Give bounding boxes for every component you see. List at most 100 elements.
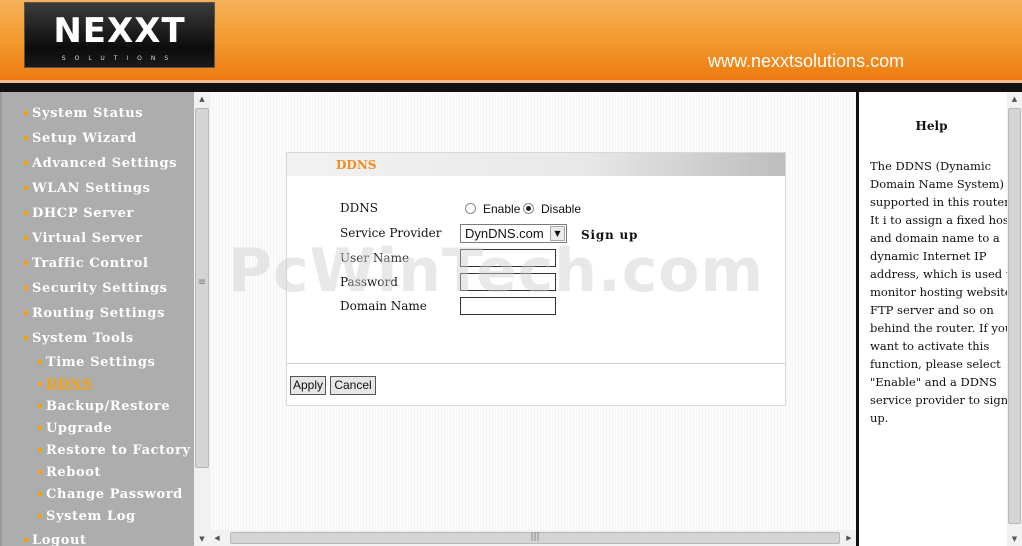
sidebar-item-security-settings[interactable]: Security Settings	[24, 281, 168, 299]
header-bar	[0, 83, 1022, 92]
bullet-icon	[38, 491, 42, 496]
bullet-icon	[24, 135, 28, 140]
ddns-panel: DDNS DDNS Enable Disable Service Provide…	[286, 152, 786, 406]
enable-radio[interactable]	[465, 203, 476, 214]
sidebar-item-label: WLAN Settings	[32, 181, 151, 196]
sidebar-item-label: Setup Wizard	[32, 131, 137, 146]
sidebar-item-label: System Log	[46, 509, 136, 524]
sidebar-item-label: DDNS	[46, 377, 93, 392]
bullet-icon	[38, 425, 42, 430]
sidebar-item-logout[interactable]: Logout	[24, 533, 87, 546]
scrollbar-thumb[interactable]: ≡	[195, 108, 209, 468]
sidebar-item-routing-settings[interactable]: Routing Settings	[24, 306, 165, 324]
sidebar-item-system-status[interactable]: System Status	[24, 106, 143, 124]
main-content: DDNS DDNS Enable Disable Service Provide…	[210, 92, 856, 530]
sidebar-item-wlan-settings[interactable]: WLAN Settings	[24, 181, 151, 199]
bullet-icon	[24, 537, 28, 542]
site-url: www.nexxtsolutions.com	[708, 51, 905, 71]
grip-icon: ≡	[197, 277, 207, 288]
sidebar-item-label: Change Password	[46, 487, 183, 502]
scrollbar-thumb[interactable]	[1008, 108, 1021, 524]
arrow-down-icon[interactable]: ▼	[1007, 532, 1022, 546]
password-input[interactable]	[460, 273, 556, 291]
header-banner: NEXXT SOLUTIONS www.nexxtsolutions.com	[0, 0, 1022, 92]
bullet-icon	[38, 469, 42, 474]
sidebar-item-label: Logout	[32, 533, 87, 546]
password-label: Password	[340, 275, 398, 289]
sidebar-subitem-upgrade[interactable]: Upgrade	[38, 421, 112, 439]
sidebar-subitem-restore-factory[interactable]: Restore to Factory	[38, 443, 191, 461]
sidebar-item-label: Reboot	[46, 465, 102, 480]
sidebar-item-label: Advanced Settings	[32, 156, 178, 171]
apply-button[interactable]: Apply	[290, 376, 326, 395]
sidebar-item-label: Restore to Factory	[46, 443, 191, 458]
bullet-icon	[24, 285, 28, 290]
sidebar-item-dhcp-server[interactable]: DHCP Server	[24, 206, 134, 224]
bullet-icon	[24, 235, 28, 240]
service-provider-select[interactable]: DynDNS.com ▼	[460, 224, 567, 243]
enable-label: Enable	[483, 202, 521, 216]
help-title: Help	[915, 119, 948, 133]
bullet-icon	[38, 403, 42, 408]
sidebar-item-system-tools[interactable]: System Tools	[24, 331, 134, 349]
nexxt-logo: NEXXT SOLUTIONS	[24, 2, 215, 68]
sidebar-item-label: Routing Settings	[32, 306, 166, 321]
sidebar-subitem-ddns[interactable]: DDNS	[38, 377, 92, 395]
signup-link[interactable]: Sign up	[581, 228, 638, 242]
panel-header: DDNS	[287, 153, 785, 176]
sidebar-subitem-system-log[interactable]: System Log	[38, 509, 136, 527]
sidebar-item-label: System Status	[32, 106, 144, 121]
horizontal-scrollbar[interactable]: ◀ ||| ▶	[210, 530, 856, 546]
cancel-button[interactable]: Cancel	[330, 376, 376, 395]
nav-scrollbar[interactable]: ▲ ≡ ▼	[194, 92, 210, 546]
logo-text: NEXXT	[53, 11, 186, 51]
service-provider-value: DynDNS.com	[465, 226, 544, 241]
grip-icon: |||	[530, 532, 540, 542]
username-label: User Name	[340, 251, 410, 265]
chevron-down-icon[interactable]: ▼	[550, 226, 565, 241]
bullet-icon	[24, 310, 28, 315]
bullet-icon	[24, 335, 28, 340]
bullet-icon	[38, 359, 42, 364]
arrow-up-icon[interactable]: ▲	[1007, 92, 1022, 106]
sidebar-subitem-time-settings[interactable]: Time Settings	[38, 355, 155, 373]
domain-name-input[interactable]	[460, 297, 556, 315]
sidebar-subitem-reboot[interactable]: Reboot	[38, 465, 101, 483]
arrow-left-icon[interactable]: ◀	[210, 530, 224, 546]
arrow-right-icon[interactable]: ▶	[842, 530, 856, 546]
panel-divider	[287, 363, 785, 364]
sidebar-item-label: DHCP Server	[32, 206, 134, 221]
sidebar-item-label: Traffic Control	[32, 256, 149, 271]
sidebar-item-virtual-server[interactable]: Virtual Server	[24, 231, 143, 249]
help-scrollbar[interactable]: ▲ ▼	[1007, 92, 1022, 546]
bullet-icon	[24, 160, 28, 165]
sidebar-item-label: Virtual Server	[32, 231, 143, 246]
sidebar-item-label: Security Settings	[32, 281, 168, 296]
sidebar-subitem-change-password[interactable]: Change Password	[38, 487, 183, 505]
bullet-icon	[24, 185, 28, 190]
disable-radio[interactable]	[523, 203, 534, 214]
help-pane: Help The DDNS (Dynamic Domain Name Syste…	[859, 92, 1007, 546]
sidebar-nav: System Status Setup Wizard Advanced Sett…	[0, 92, 194, 546]
bullet-icon	[38, 513, 42, 518]
sidebar-item-traffic-control[interactable]: Traffic Control	[24, 256, 149, 274]
logo-subtitle: SOLUTIONS	[61, 55, 178, 62]
sidebar-subitem-backup-restore[interactable]: Backup/Restore	[38, 399, 170, 417]
help-text: The DDNS (Dynamic Domain Name System) is…	[870, 159, 1007, 425]
horizontal-scrollbar-thumb[interactable]: |||	[230, 532, 840, 544]
sidebar-item-label: System Tools	[32, 331, 134, 346]
sidebar-item-advanced-settings[interactable]: Advanced Settings	[24, 156, 177, 174]
sidebar-item-label: Time Settings	[46, 355, 156, 370]
sidebar-item-label: Upgrade	[46, 421, 113, 436]
arrow-down-icon[interactable]: ▼	[194, 532, 210, 546]
arrow-up-icon[interactable]: ▲	[194, 92, 210, 106]
username-input[interactable]	[460, 249, 556, 267]
bullet-icon	[38, 381, 42, 386]
sidebar-item-setup-wizard[interactable]: Setup Wizard	[24, 131, 137, 149]
ddns-label: DDNS	[340, 201, 378, 215]
bullet-icon	[24, 110, 28, 115]
sidebar-item-label: Backup/Restore	[46, 399, 171, 414]
bullet-icon	[38, 447, 42, 452]
domain-name-label: Domain Name	[340, 299, 427, 313]
bullet-icon	[24, 260, 28, 265]
